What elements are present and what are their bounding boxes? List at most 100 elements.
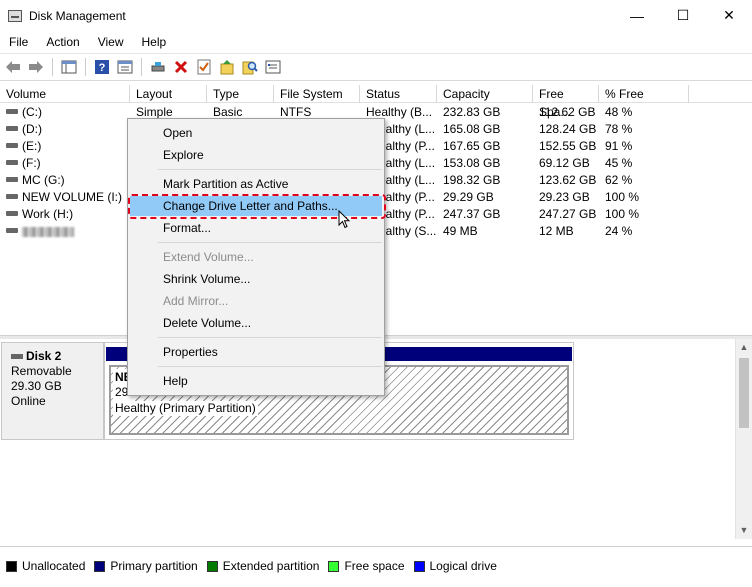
- disk-name: Disk 2: [26, 349, 62, 363]
- menu-item-add-mirror: Add Mirror...: [163, 294, 229, 308]
- volume-capacity: 49 MB: [443, 224, 478, 238]
- forward-arrow-icon[interactable]: [26, 57, 46, 77]
- volume-name: (E:): [22, 139, 42, 153]
- disk-kind: Removable: [11, 364, 72, 378]
- volume-icon: [6, 160, 18, 166]
- window-title: Disk Management: [29, 8, 126, 23]
- search-icon[interactable]: [240, 57, 260, 77]
- menu-help[interactable]: Help: [133, 35, 176, 49]
- menu-item-properties[interactable]: Properties: [130, 342, 382, 362]
- column-percent-free[interactable]: % Free: [599, 85, 689, 103]
- volume-name: MC (G:): [22, 173, 65, 187]
- legend-label: Logical drive: [429, 559, 497, 573]
- minimize-button[interactable]: —: [614, 0, 660, 31]
- settings-icon[interactable]: [263, 57, 283, 77]
- volume-free-space: 128.24 GB: [539, 122, 597, 136]
- title-bar: Disk Management — ☐ ✕: [0, 0, 752, 31]
- volume-name: (C:): [22, 105, 42, 119]
- import-icon[interactable]: [217, 57, 237, 77]
- volume-icon: [6, 143, 18, 149]
- menu-item-shrink-volume[interactable]: Shrink Volume...: [130, 269, 382, 289]
- column-free-space[interactable]: Free Spa...: [533, 85, 599, 119]
- volume-free-space: 12 MB: [539, 224, 574, 238]
- column-type[interactable]: Type: [207, 85, 274, 103]
- connect-drive-icon[interactable]: [148, 57, 168, 77]
- menu-item-delete-volume[interactable]: Delete Volume...: [130, 313, 382, 333]
- swatch-unallocated: [6, 560, 17, 572]
- legend-item: Extended partition: [206, 559, 320, 573]
- back-arrow-icon[interactable]: [3, 57, 23, 77]
- volume-free-space: 152.55 GB: [539, 139, 597, 153]
- help-icon[interactable]: ?: [92, 57, 112, 77]
- legend-label: Extended partition: [222, 559, 320, 573]
- volume-free-space: 69.12 GB: [539, 156, 590, 170]
- menu-separator: [158, 337, 382, 338]
- menu-item-open[interactable]: Open: [130, 123, 382, 143]
- menu-view[interactable]: View: [89, 35, 133, 49]
- column-capacity[interactable]: Capacity: [437, 85, 533, 103]
- legend-item: Logical drive: [413, 559, 497, 573]
- disk-management-icon: [8, 9, 22, 22]
- volume-free-space: 247.27 GB: [539, 207, 597, 221]
- menu-separator: [158, 366, 382, 367]
- menu-item-extend-volume: Extend Volume...: [163, 250, 254, 264]
- console-tree-icon[interactable]: [59, 57, 79, 77]
- legend-label: Primary partition: [110, 559, 198, 573]
- volume-capacity: 247.37 GB: [443, 207, 501, 221]
- menu-item-explore[interactable]: Explore: [130, 145, 382, 165]
- volume-percent-free: 100 %: [605, 207, 640, 221]
- menu-bar: File Action View Help: [0, 31, 752, 52]
- check-icon[interactable]: [194, 57, 214, 77]
- volume-capacity: 232.83 GB: [443, 105, 501, 119]
- volume-capacity: 198.32 GB: [443, 173, 501, 187]
- volume-free-space: 123.62 GB: [539, 173, 597, 187]
- scroll-down-icon[interactable]: ▼: [736, 522, 752, 539]
- volume-status: ealthy (P...: [379, 207, 435, 221]
- swatch-logical: [413, 560, 425, 572]
- scroll-up-icon[interactable]: ▲: [736, 339, 752, 356]
- scroll-thumb[interactable]: [739, 358, 749, 428]
- svg-text:?: ?: [99, 62, 106, 74]
- legend-item: Primary partition: [94, 559, 198, 573]
- menu-action[interactable]: Action: [37, 35, 88, 49]
- delete-icon[interactable]: [171, 57, 191, 77]
- volume-name: Work (H:): [22, 207, 74, 221]
- menu-file[interactable]: File: [0, 35, 37, 49]
- volume-icon: [6, 194, 18, 200]
- volume-percent-free: 91 %: [605, 139, 633, 153]
- volume-free-space: 112.62 GB: [539, 105, 596, 119]
- volume-status: ealthy (L...: [379, 173, 436, 187]
- volume-percent-free: 62 %: [605, 173, 633, 187]
- menu-item-mark-active[interactable]: Mark Partition as Active: [130, 174, 382, 194]
- partition-status: Healthy (Primary Partition): [113, 401, 258, 416]
- volume-percent-free: 100 %: [605, 190, 640, 204]
- menu-item-help[interactable]: Help: [130, 371, 382, 391]
- properties-icon[interactable]: [115, 57, 135, 77]
- column-layout[interactable]: Layout: [130, 85, 207, 103]
- toolbar: ?: [0, 53, 752, 81]
- maximize-button[interactable]: ☐: [660, 0, 706, 31]
- menu-separator: [158, 169, 382, 170]
- mouse-cursor-icon: [338, 210, 351, 229]
- disk-icon: [11, 354, 23, 360]
- volume-capacity: 153.08 GB: [443, 156, 501, 170]
- volume-icon: [6, 109, 18, 115]
- volume-capacity: 167.65 GB: [443, 139, 501, 153]
- swatch-primary: [94, 560, 106, 572]
- column-file-system[interactable]: File System: [274, 85, 360, 103]
- blurred-volume-name: [22, 226, 74, 237]
- vertical-scrollbar[interactable]: ▲ ▼: [735, 339, 752, 539]
- volume-name: (F:): [22, 156, 41, 170]
- volume-status: ealthy (L...: [379, 156, 436, 170]
- column-status[interactable]: Status: [360, 85, 437, 103]
- column-volume[interactable]: Volume: [0, 85, 130, 103]
- volume-free-space: 29.23 GB: [539, 190, 590, 204]
- swatch-extended: [206, 560, 218, 572]
- disk-state: Online: [11, 394, 46, 408]
- close-button[interactable]: ✕: [706, 0, 752, 31]
- volume-percent-free: 24 %: [605, 224, 633, 238]
- swatch-free-space: [328, 560, 340, 572]
- disk-label[interactable]: Disk 2 Removable 29.30 GB Online: [1, 342, 104, 440]
- volume-icon: [6, 126, 18, 132]
- legend: Unallocated Primary partition Extended p…: [0, 546, 752, 587]
